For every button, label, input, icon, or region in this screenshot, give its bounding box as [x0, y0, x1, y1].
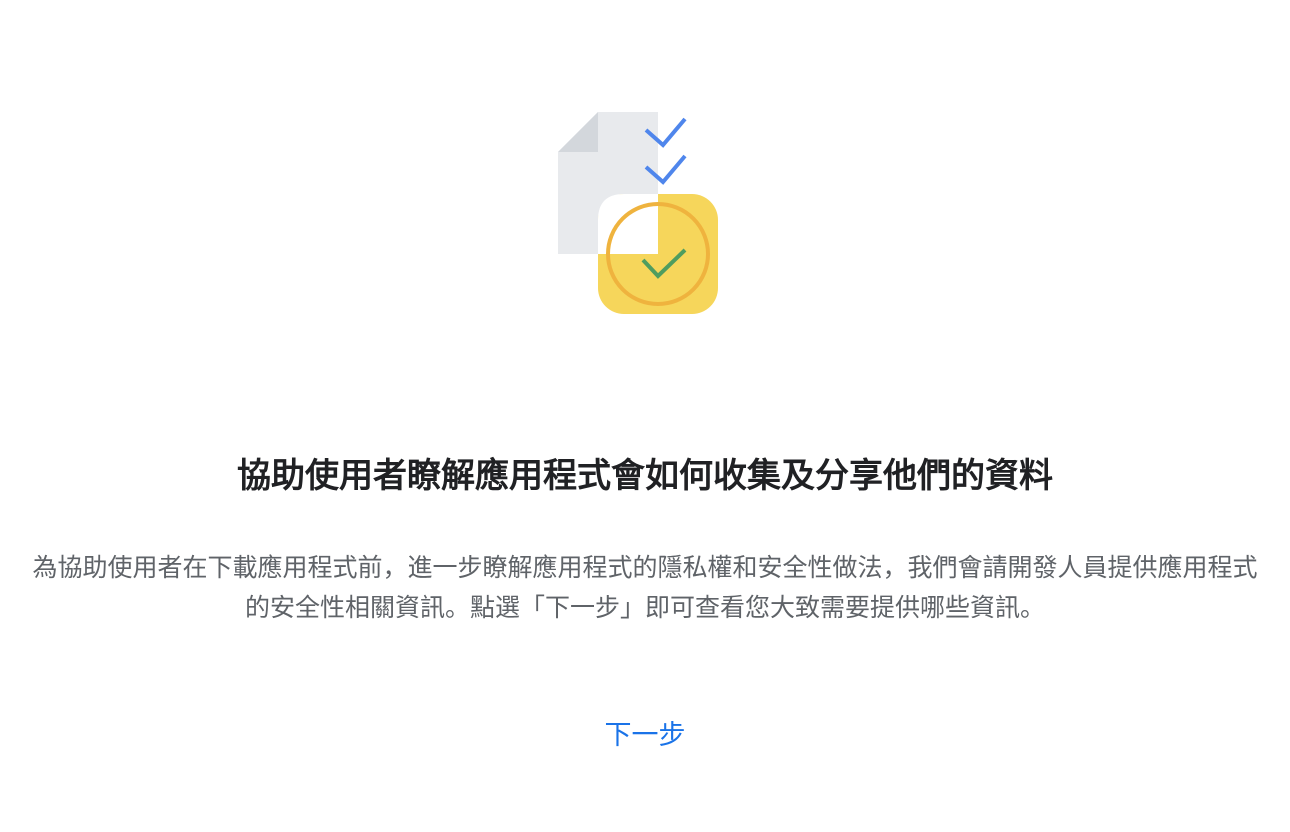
next-button[interactable]: 下一步 — [575, 710, 715, 762]
onboarding-dialog: 協助使用者瞭解應用程式會如何收集及分享他們的資料 為協助使用者在下載應用程式前，… — [0, 0, 1290, 832]
dialog-description: 為協助使用者在下載應用程式前，進一步瞭解應用程式的隱私權和安全性做法，我們會請開… — [32, 553, 1258, 622]
dialog-title: 協助使用者瞭解應用程式會如何收集及分享他們的資料 — [237, 456, 1053, 496]
document-checklist-checkmark-icon — [554, 108, 724, 318]
